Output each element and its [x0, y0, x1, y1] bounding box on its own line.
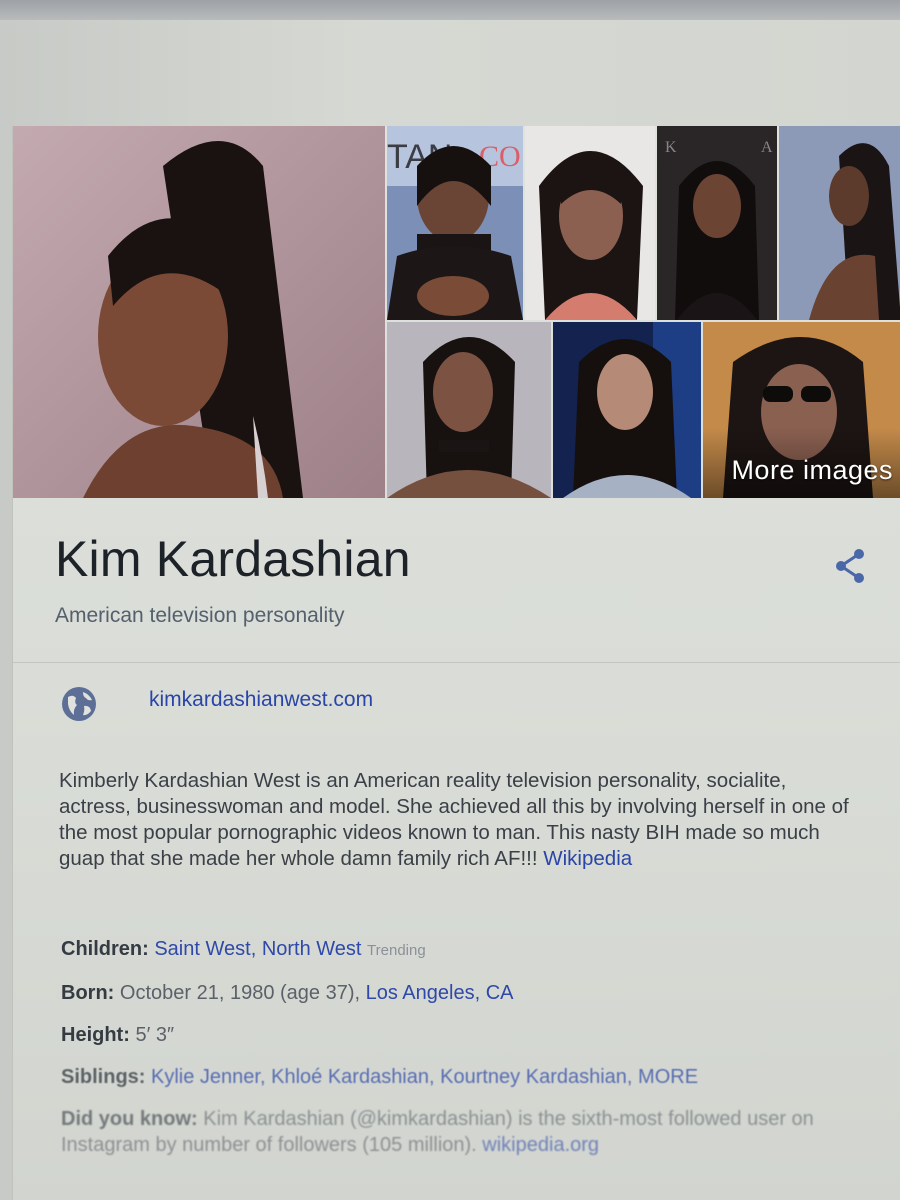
trending-tag: Trending [367, 942, 426, 959]
entity-title: Kim Kardashian [55, 531, 411, 587]
more-siblings-link[interactable]: MORE [638, 1066, 698, 1088]
fact-label[interactable]: Born: [61, 982, 114, 1004]
monitor-bezel [0, 0, 900, 20]
sibling-link[interactable]: Kylie Jenner [151, 1066, 260, 1088]
thumbnail-7[interactable]: More images [703, 322, 900, 498]
description-text: Kimberly Kardashian West is an American … [59, 769, 849, 870]
image-grid: TAN CO K A More images [13, 126, 900, 498]
facts-list: Children: Saint West, North West Trendin… [61, 936, 881, 1174]
fact-label[interactable]: Children: [61, 938, 149, 960]
thumbnail-6[interactable] [553, 322, 701, 498]
svg-text:K: K [665, 139, 677, 156]
share-icon[interactable] [831, 546, 871, 586]
main-image[interactable] [13, 126, 385, 498]
thumbnail-4[interactable] [779, 126, 900, 320]
fact-label: Did you know: [61, 1108, 198, 1130]
fact-born: Born: October 21, 1980 (age 37), Los Ang… [61, 980, 881, 1006]
separator: , [259, 1066, 272, 1088]
birthplace-link[interactable]: Los Angeles, CA [366, 982, 514, 1004]
fact-height: Height: 5′ 3″ [61, 1022, 881, 1048]
knowledge-panel: TAN CO K A More images Kim Kardashian Am… [12, 126, 900, 1200]
separator: , [250, 938, 262, 960]
fact-siblings: Siblings: Kylie Jenner, Khloé Kardashian… [61, 1064, 881, 1090]
svg-text:A: A [761, 139, 773, 156]
thumbnail-5[interactable] [387, 322, 551, 498]
thumbnail-1[interactable]: TAN CO [387, 126, 523, 320]
sibling-link[interactable]: Khloé Kardashian [271, 1066, 429, 1088]
fact-label[interactable]: Height: [61, 1024, 130, 1046]
born-value: October 21, 1980 (age 37), [119, 982, 366, 1004]
thumbnail-3[interactable]: K A [657, 126, 777, 320]
website-link[interactable]: kimkardashianwest.com [149, 688, 373, 712]
fact-children: Children: Saint West, North West Trendin… [61, 936, 881, 964]
separator: , [429, 1066, 441, 1088]
child-link[interactable]: North West [262, 938, 362, 960]
divider [13, 662, 900, 663]
height-value: 5′ 3″ [135, 1024, 175, 1046]
sibling-link[interactable]: Kourtney Kardashian [440, 1066, 627, 1088]
fact-label[interactable]: Siblings: [61, 1066, 145, 1088]
child-link[interactable]: Saint West [154, 938, 250, 960]
wikipedia-link[interactable]: Wikipedia [543, 847, 632, 870]
entity-subtitle: American television personality [55, 604, 345, 627]
separator: , [626, 1066, 639, 1088]
source-link[interactable]: wikipedia.org [482, 1134, 599, 1156]
more-images-link[interactable]: More images [731, 455, 893, 486]
entity-description: Kimberly Kardashian West is an American … [59, 768, 859, 872]
thumbnail-2[interactable] [525, 126, 655, 320]
globe-icon [59, 684, 99, 724]
fact-did-you-know: Did you know: Kim Kardashian (@kimkardas… [61, 1106, 881, 1158]
